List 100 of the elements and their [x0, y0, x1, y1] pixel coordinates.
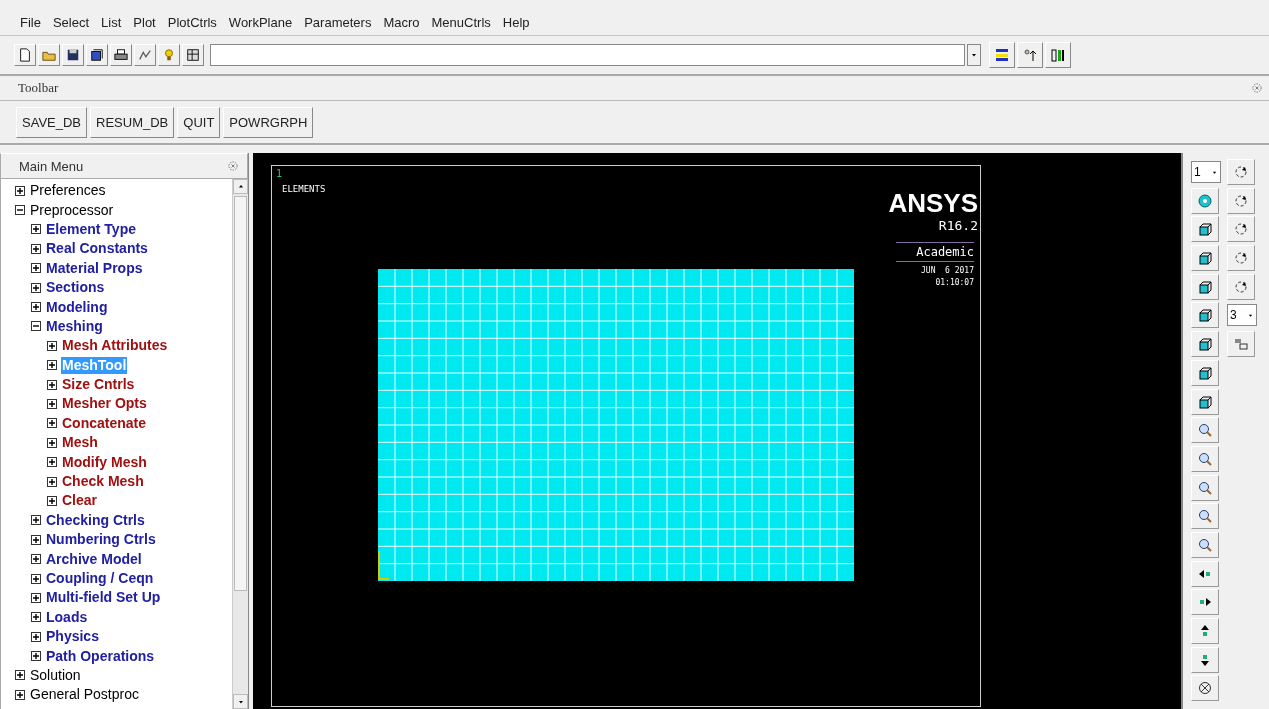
expand-icon[interactable] [47, 360, 57, 371]
tree-item[interactable]: Element Type [45, 220, 137, 238]
tree-item[interactable]: Real Constants [45, 240, 149, 258]
view-button[interactable] [1191, 531, 1219, 558]
expand-icon[interactable] [47, 379, 57, 390]
view-button[interactable] [1191, 589, 1219, 616]
expand-icon[interactable] [47, 437, 57, 448]
toolbar-button[interactable] [86, 44, 108, 66]
expand-icon[interactable] [15, 689, 25, 700]
scroll-down-button[interactable] [233, 694, 248, 709]
tree-item[interactable]: Size Cntrls [61, 376, 136, 394]
menu-item[interactable]: List [95, 15, 128, 30]
expand-icon[interactable] [47, 399, 57, 409]
menu-item[interactable]: File [14, 15, 47, 30]
view-button[interactable] [1191, 302, 1219, 329]
menu-item[interactable]: Help [496, 15, 536, 30]
tree-item[interactable]: General Postproc [29, 686, 140, 704]
view-button[interactable] [1191, 245, 1219, 272]
toolbar-button[interactable] [989, 42, 1015, 68]
expand-icon[interactable] [31, 573, 41, 584]
scrollbar-thumb[interactable] [234, 196, 247, 591]
expand-icon[interactable] [31, 224, 41, 235]
command-button[interactable]: RESUM_DB [90, 106, 175, 138]
view-button[interactable] [1191, 560, 1219, 587]
tree-item[interactable]: Mesh [61, 434, 99, 452]
view-button[interactable] [1191, 388, 1219, 415]
tree-item[interactable]: Coupling / Ceqn [45, 570, 155, 587]
tree-item[interactable]: Preprocessor [29, 201, 115, 219]
menu-item[interactable]: Macro [377, 15, 426, 30]
view-button[interactable] [1191, 417, 1219, 444]
tree-item[interactable]: Archive Model [45, 550, 143, 568]
expand-icon[interactable] [47, 495, 57, 506]
view-button[interactable] [1191, 216, 1219, 243]
expand-icon[interactable] [15, 185, 25, 196]
tree-item[interactable]: Mesher Opts [61, 395, 148, 413]
expand-icon[interactable] [47, 476, 57, 487]
view-button[interactable] [1191, 646, 1219, 673]
view-button[interactable] [1191, 474, 1219, 501]
expand-icon[interactable] [31, 612, 41, 623]
expand-icon[interactable] [31, 651, 41, 662]
tree-item[interactable]: Check Mesh [61, 473, 145, 491]
tree-item[interactable]: Modeling [45, 298, 109, 316]
view-button[interactable] [1191, 273, 1219, 300]
menu-item[interactable]: MenuCtrls [425, 15, 497, 30]
command-button[interactable]: SAVE_DB [16, 106, 87, 138]
tree-item[interactable]: Concatenate [61, 414, 148, 432]
tree-item[interactable]: Solution [29, 666, 82, 684]
tree-item[interactable]: Material Props [45, 259, 144, 277]
expand-icon[interactable] [31, 243, 41, 254]
toolbar-button[interactable] [110, 44, 132, 66]
tree-item[interactable]: Physics [45, 628, 100, 646]
expand-icon[interactable] [31, 631, 41, 642]
scroll-up-button[interactable] [233, 179, 248, 194]
expand-icon[interactable] [31, 515, 41, 526]
toolbar-button[interactable] [14, 44, 36, 66]
toolbar-button[interactable] [62, 44, 84, 66]
tree-item[interactable]: Multi-field Set Up [45, 589, 162, 607]
view-button[interactable] [1191, 445, 1219, 472]
menu-item[interactable]: Plot [127, 15, 162, 30]
view-button[interactable] [1191, 675, 1219, 702]
tree-item[interactable]: Sections [45, 279, 106, 297]
tree-item[interactable]: Clear [61, 492, 99, 510]
tree-item[interactable]: Mesh Attributes [61, 337, 169, 355]
menu-item[interactable]: WorkPlane [222, 15, 299, 30]
expand-icon[interactable] [31, 554, 41, 565]
tree-item[interactable]: Modify Mesh [61, 453, 148, 471]
menu-item[interactable]: PlotCtrls [161, 15, 223, 30]
menu-item[interactable]: Parameters [298, 15, 378, 30]
expand-icon[interactable] [31, 282, 41, 293]
tree-item[interactable]: Checking Ctrls [45, 511, 146, 529]
command-button[interactable]: POWRGRPH [223, 106, 314, 138]
menu-item[interactable]: Select [46, 15, 96, 30]
dropdown-button[interactable] [967, 44, 981, 66]
view-button[interactable] [1191, 618, 1219, 644]
tree-item[interactable]: Preferences [29, 182, 107, 200]
view-button[interactable] [1191, 359, 1219, 386]
command-button[interactable]: QUIT [177, 106, 221, 138]
view-button[interactable] [1191, 503, 1219, 530]
collapse-icon[interactable] [15, 205, 25, 216]
tree-item[interactable]: Loads [45, 608, 89, 626]
collapse-icon [1251, 82, 1263, 94]
expand-icon[interactable] [31, 263, 41, 274]
tree-item[interactable]: Path Operations [45, 647, 156, 665]
window-select[interactable]: 1 [1191, 161, 1221, 183]
command-field[interactable] [210, 44, 965, 66]
expand-icon[interactable] [47, 418, 57, 429]
increment-select[interactable]: 3 [1227, 304, 1257, 327]
tree-item[interactable]: Numbering Ctrls [45, 531, 157, 549]
toolbar-button[interactable] [182, 44, 204, 66]
printer-icon [114, 48, 128, 62]
expand-icon[interactable] [31, 302, 41, 313]
expand-icon[interactable] [15, 670, 25, 681]
expand-icon[interactable] [47, 340, 57, 351]
expand-icon[interactable] [31, 534, 41, 545]
toolbar-button[interactable] [1045, 42, 1071, 68]
tree-item[interactable]: Meshing [45, 317, 104, 335]
view-button[interactable] [1191, 331, 1219, 358]
expand-icon[interactable] [47, 457, 57, 468]
collapse-icon[interactable] [31, 321, 41, 332]
expand-icon[interactable] [31, 592, 41, 603]
